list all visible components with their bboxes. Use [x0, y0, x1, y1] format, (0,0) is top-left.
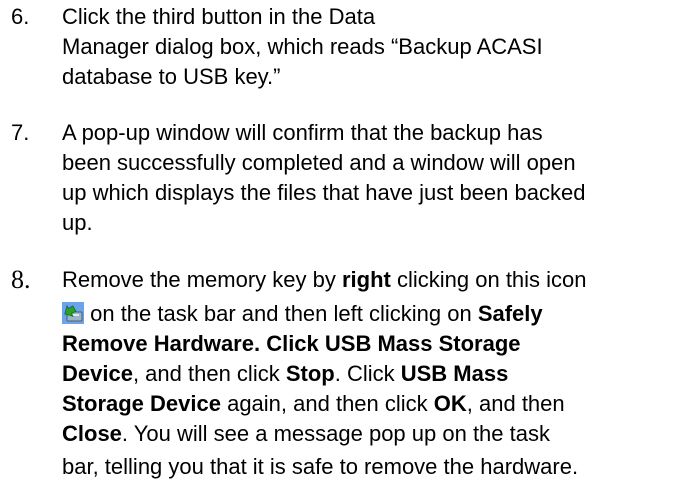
text-line: Remove the memory key by right clicking … — [62, 267, 587, 292]
safely-remove-hardware-icon — [62, 302, 84, 324]
text-line: bar, telling you that it is safe to remo… — [62, 454, 579, 479]
step-text: A pop-up window will confirm that the ba… — [62, 118, 692, 238]
text-line: Close. You will see a message pop up on … — [62, 421, 550, 446]
step-text: Click the third button in the Data Manag… — [62, 2, 692, 92]
text-line: up. — [62, 210, 93, 235]
step-text: Remove the memory key by right clicking … — [62, 265, 692, 482]
step-number: 8. — [11, 265, 31, 294]
text-line: Remove Hardware. Click USB Mass Storage — [62, 331, 521, 356]
text-line: up which displays the files that have ju… — [62, 180, 586, 205]
text-line: Click the third button in the Data — [62, 4, 376, 29]
text-line: Manager dialog box, which reads “Backup … — [62, 34, 543, 59]
step-number: 6. — [11, 4, 30, 29]
text-line: Device, and then click Stop. Click USB M… — [62, 361, 509, 386]
text-line: on the task bar and then left clicking o… — [62, 299, 692, 329]
text-line: Storage Device again, and then click OK,… — [62, 391, 565, 416]
text-line: been successfully completed and a window… — [62, 150, 576, 175]
text-line: database to USB key.” — [62, 64, 281, 89]
text-line: A pop-up window will confirm that the ba… — [62, 120, 543, 145]
step-number: 7. — [11, 120, 30, 145]
